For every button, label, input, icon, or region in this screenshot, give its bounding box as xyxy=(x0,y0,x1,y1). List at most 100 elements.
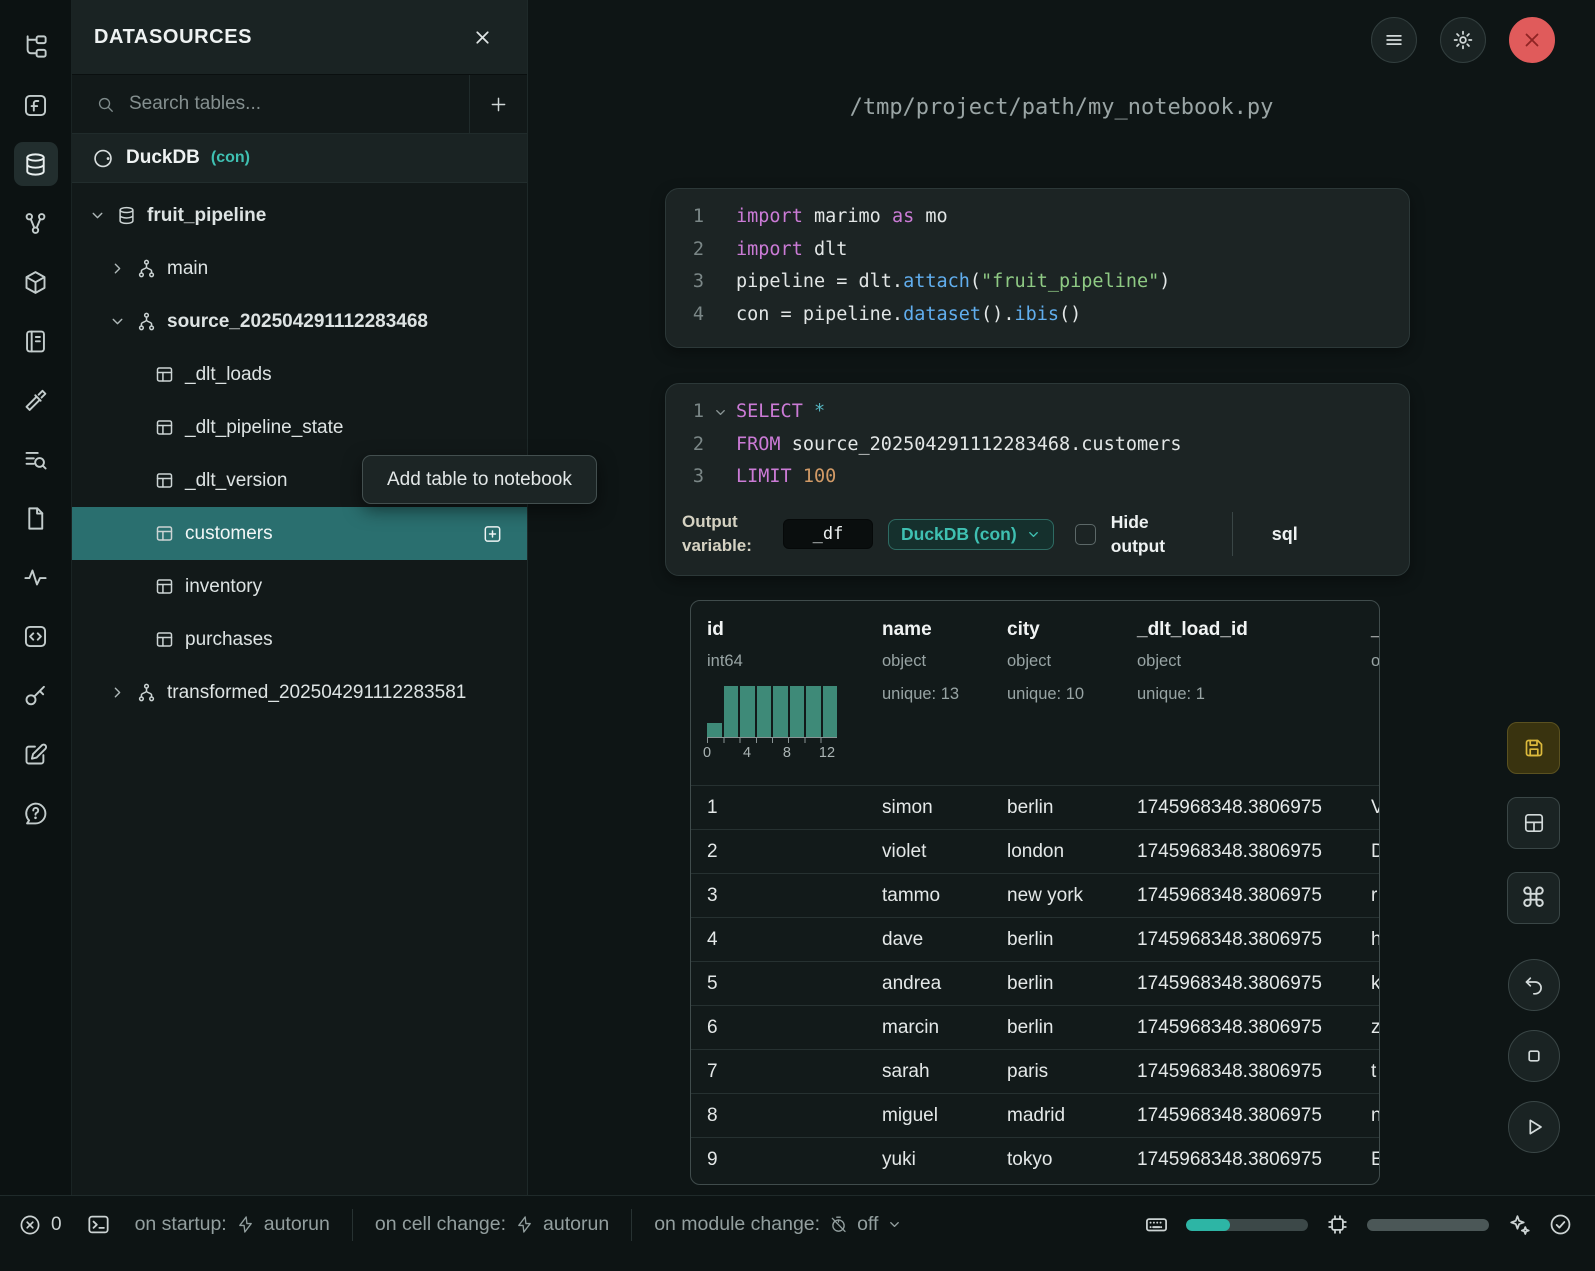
tree-item-inventory[interactable]: inventory xyxy=(72,560,527,613)
datasource-tree: fruit_pipelinemainsource_202504291112283… xyxy=(72,183,527,719)
plus-icon xyxy=(488,94,509,115)
statusbar-settings: on startup:autorunon cell change:autorun… xyxy=(135,1209,903,1241)
chevron-right-icon xyxy=(109,684,126,701)
hide-output-checkbox[interactable] xyxy=(1075,524,1096,545)
column-header-name[interactable]: nameobjectunique: 13 xyxy=(866,615,991,785)
python-code-editor[interactable]: 1import marimo as mo2import dlt3pipeline… xyxy=(666,201,1409,331)
table-row: 3tammonew york1745968348.3806975r xyxy=(691,873,1379,917)
tree-item-fruit_pipeline[interactable]: fruit_pipeline xyxy=(72,189,527,242)
edit-icon xyxy=(22,741,49,768)
sparkles-icon[interactable] xyxy=(1506,1212,1531,1237)
search-input[interactable] xyxy=(129,93,469,115)
fold-chevron-icon[interactable] xyxy=(713,405,728,420)
setting-on-module-change[interactable]: on module change:off xyxy=(654,1213,902,1236)
tree-item-purchases[interactable]: purchases xyxy=(72,613,527,666)
rail-help-button[interactable] xyxy=(14,791,58,835)
code-line: 2import dlt xyxy=(666,234,1409,267)
panel-layout-button[interactable] xyxy=(1507,797,1560,849)
settings-button[interactable] xyxy=(1440,17,1486,63)
slider-1[interactable] xyxy=(1186,1219,1308,1231)
id-histogram: 04812 xyxy=(707,686,837,763)
code-line: 1SELECT * xyxy=(666,396,1409,429)
rail-snippets-button[interactable] xyxy=(14,614,58,658)
output-variable-input[interactable] xyxy=(783,519,873,549)
run-button[interactable] xyxy=(1508,1101,1560,1153)
table-icon xyxy=(154,523,175,544)
rail-secrets-button[interactable] xyxy=(14,673,58,717)
datasources-panel: DATASOURCES DuckDB (con) fruit_pipelinem… xyxy=(72,0,528,1195)
chevron-right-icon xyxy=(109,260,126,277)
schema-icon xyxy=(136,258,157,279)
stop-icon xyxy=(1522,1044,1546,1068)
setting-value: autorun xyxy=(543,1213,609,1236)
tree-item-_dlt_pipeline_state[interactable]: _dlt_pipeline_state xyxy=(72,401,527,454)
undo-icon xyxy=(1522,973,1546,997)
rail-tools-button[interactable] xyxy=(14,378,58,422)
engine-header[interactable]: DuckDB (con) xyxy=(72,134,527,183)
tree-item-customers[interactable]: customers xyxy=(72,507,527,560)
tree-item-label: _dlt_loads xyxy=(185,364,272,386)
slider-2[interactable] xyxy=(1367,1219,1489,1231)
table-icon xyxy=(154,364,175,385)
engine-select[interactable]: DuckDB (con) xyxy=(888,519,1054,550)
setting-on-startup[interactable]: on startup: autorun xyxy=(135,1213,330,1236)
rail-documentation-button[interactable] xyxy=(14,319,58,363)
chip-icon[interactable] xyxy=(1325,1212,1350,1237)
command-palette-button[interactable]: ⌘ xyxy=(1507,872,1560,924)
chevron-down-icon xyxy=(887,1217,902,1232)
list-search-icon xyxy=(22,446,49,473)
table-icon xyxy=(154,629,175,650)
setting-on-cell-change[interactable]: on cell change:autorun xyxy=(375,1213,609,1236)
column-header-_dlt_id[interactable]: _dlt_idobject xyxy=(1361,615,1379,785)
code-line: 3LIMIT 100 xyxy=(666,461,1409,494)
notebook-menu-button[interactable] xyxy=(1371,17,1417,63)
table-row: 7sarahparis1745968348.3806975t xyxy=(691,1049,1379,1093)
tree-item-main[interactable]: main xyxy=(72,242,527,295)
interrupt-button[interactable] xyxy=(1508,1030,1560,1082)
save-button[interactable] xyxy=(1507,722,1560,774)
error-indicator[interactable]: 0 xyxy=(18,1213,62,1237)
layout-icon xyxy=(1522,811,1546,835)
timer-off-icon xyxy=(829,1215,848,1234)
zap-icon xyxy=(236,1215,255,1234)
shutdown-button[interactable] xyxy=(1509,17,1555,63)
rail-file-explorer-button[interactable] xyxy=(14,24,58,68)
language-badge[interactable]: sql xyxy=(1272,524,1298,545)
book-icon xyxy=(22,328,49,355)
tree-item-source_202504291112283468[interactable]: source_202504291112283468 xyxy=(72,295,527,348)
schema-icon xyxy=(136,311,157,332)
rail-logs-button[interactable] xyxy=(14,437,58,481)
notebook-area: /tmp/project/path/my_notebook.py 1import… xyxy=(528,0,1595,1195)
rail-dependencies-button[interactable] xyxy=(14,201,58,245)
check-circle-icon[interactable] xyxy=(1548,1212,1573,1237)
rail-scratchpad-button[interactable] xyxy=(14,496,58,540)
column-header-_dlt_load_id[interactable]: _dlt_load_idobjectunique: 1 xyxy=(1121,615,1361,785)
add-datasource-button[interactable] xyxy=(469,75,527,133)
setting-value: autorun xyxy=(264,1213,330,1236)
circle-x-icon xyxy=(18,1213,42,1237)
keyboard-icon[interactable] xyxy=(1144,1212,1169,1237)
tree-item-label: _dlt_pipeline_state xyxy=(185,417,343,439)
rail-functions-button[interactable] xyxy=(14,83,58,127)
rail-datasources-button[interactable] xyxy=(14,142,58,186)
rail-annotations-button[interactable] xyxy=(14,732,58,776)
tree-item-_dlt_loads[interactable]: _dlt_loads xyxy=(72,348,527,401)
schema-icon xyxy=(136,682,157,703)
close-icon xyxy=(1521,29,1543,51)
sql-code-editor[interactable]: 1SELECT *2FROM source_202504291112283468… xyxy=(666,396,1409,494)
undo-button[interactable] xyxy=(1508,959,1560,1011)
column-header-city[interactable]: cityobjectunique: 10 xyxy=(991,615,1121,785)
line-number: 3 xyxy=(666,266,704,299)
setting-label: on startup: xyxy=(135,1213,227,1236)
rail-tracing-button[interactable] xyxy=(14,555,58,599)
add-table-to-notebook-button[interactable] xyxy=(482,523,503,544)
close-icon[interactable] xyxy=(472,27,493,48)
tree-item-transformed_202504291112283581[interactable]: transformed_202504291112283581 xyxy=(72,666,527,719)
line-number: 2 xyxy=(666,429,704,462)
rail-packages-button[interactable] xyxy=(14,260,58,304)
database-icon xyxy=(22,151,49,178)
column-header-id[interactable]: idint64 04812 xyxy=(691,615,866,785)
search-icon xyxy=(96,95,115,114)
terminal-icon[interactable] xyxy=(86,1212,111,1237)
tree-item-label: transformed_202504291112283581 xyxy=(167,682,466,704)
